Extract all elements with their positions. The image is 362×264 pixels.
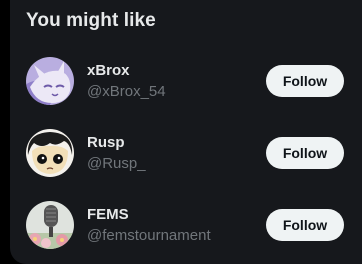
suggestion-row[interactable]: Rusp @Rusp_ Follow [10,117,362,189]
follow-button[interactable]: Follow [266,65,344,97]
follow-button[interactable]: Follow [266,209,344,241]
display-name[interactable]: FEMS [87,206,129,223]
follow-button[interactable]: Follow [266,137,344,169]
suggestion-row[interactable]: FEMS @femstournament Follow [10,189,362,261]
suggestion-row[interactable]: xBrox @xBrox_54 Follow [10,45,362,117]
avatar[interactable] [26,129,74,177]
user-handle: @femstournament [87,227,211,244]
purple-character-avatar-icon [26,57,74,105]
section-title: You might like [26,10,156,31]
avatar[interactable] [26,57,74,105]
microphone-flowers-avatar-icon [26,201,74,249]
display-name[interactable]: Rusp [87,134,125,151]
dark-hair-face-avatar-icon [26,129,74,177]
display-name[interactable]: xBrox [87,62,130,79]
who-to-follow-panel: You might like xBrox @xBrox_54 Follow Ru… [10,0,362,264]
user-handle: @Rusp_ [87,155,146,172]
avatar[interactable] [26,201,74,249]
user-handle: @xBrox_54 [87,83,166,100]
